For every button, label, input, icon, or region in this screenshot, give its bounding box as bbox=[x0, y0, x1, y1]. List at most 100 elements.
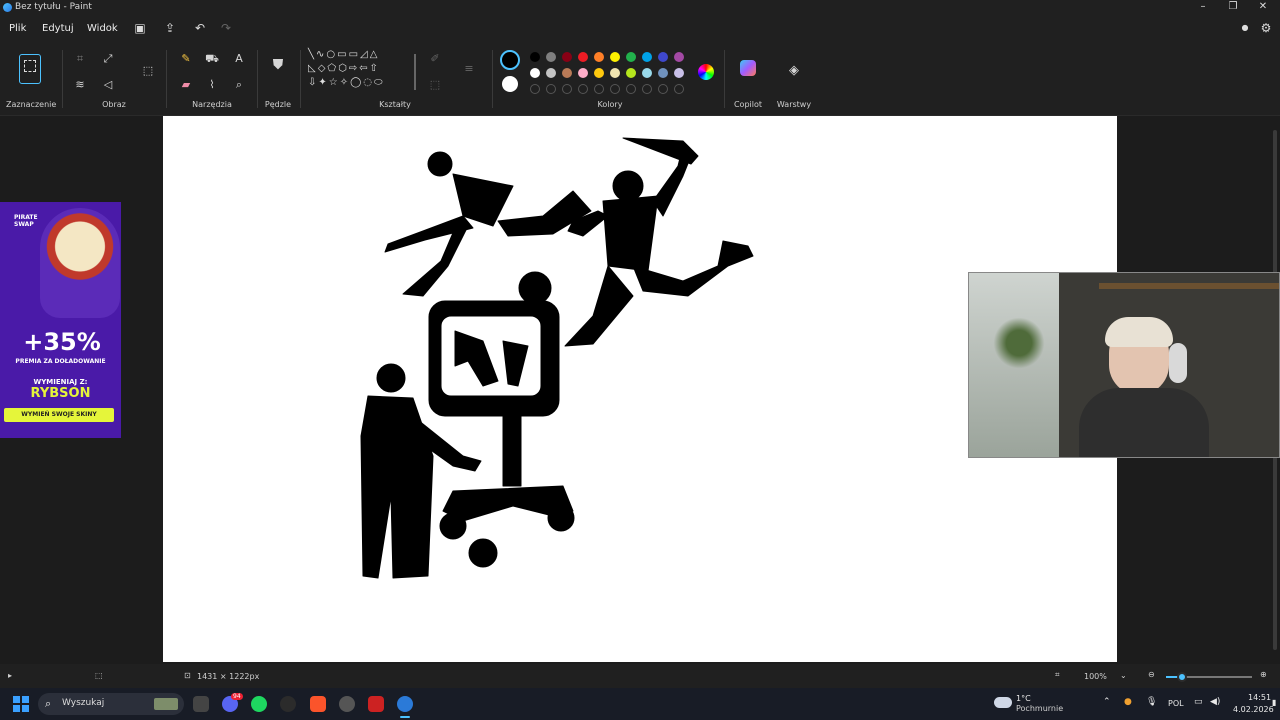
color-swatch[interactable] bbox=[674, 52, 684, 62]
shapes-scroll[interactable] bbox=[414, 54, 416, 90]
group-label-copilot: Copilot bbox=[733, 100, 763, 109]
color-swatch[interactable] bbox=[530, 84, 540, 94]
save-icon[interactable]: ▣ bbox=[133, 21, 147, 35]
color-swatch[interactable] bbox=[626, 52, 636, 62]
image-background-icon[interactable]: ≋ bbox=[73, 78, 87, 92]
zoom-out-icon[interactable]: ⊖ bbox=[1148, 670, 1155, 679]
pencil-icon[interactable]: ✎ bbox=[179, 52, 193, 66]
color-swatch[interactable] bbox=[562, 68, 572, 78]
taskbar-search[interactable]: ⌕ Wyszukaj bbox=[38, 693, 184, 715]
color-swatch[interactable] bbox=[578, 84, 588, 94]
crop-icon[interactable]: ⌗ bbox=[73, 52, 87, 66]
color-swatch[interactable] bbox=[578, 52, 588, 62]
color-swatch[interactable] bbox=[626, 84, 636, 94]
ribbon-separator bbox=[300, 50, 301, 108]
menu-file[interactable]: Plik bbox=[9, 23, 26, 34]
notification-icon[interactable]: ▮ bbox=[1272, 698, 1276, 707]
color-swatch[interactable] bbox=[530, 52, 540, 62]
ad-cta-button[interactable]: WYMIEŃ SWOJE SKINY bbox=[4, 408, 114, 422]
outline-icon[interactable]: ✐ bbox=[428, 52, 442, 66]
sponsor-ad[interactable]: PIRATE SWAP +35% PREMIA ZA DOŁADOWANIE W… bbox=[0, 202, 121, 438]
obs-icon[interactable] bbox=[339, 696, 355, 712]
chevron-up-icon[interactable]: ⌃ bbox=[1103, 697, 1111, 707]
eraser-icon[interactable]: ▰ bbox=[179, 78, 193, 92]
color-swatch[interactable] bbox=[642, 52, 652, 62]
restore-icon[interactable]: ❐ bbox=[1218, 0, 1248, 14]
fit-screen-icon[interactable]: ⌗ bbox=[1055, 670, 1060, 680]
zoom-slider[interactable] bbox=[1166, 672, 1252, 682]
color-swatch[interactable] bbox=[626, 68, 636, 78]
redo-icon[interactable]: ↷ bbox=[219, 21, 233, 35]
clock-time[interactable]: 14:51 bbox=[1248, 693, 1271, 702]
color-swatch[interactable] bbox=[610, 68, 620, 78]
primary-color[interactable] bbox=[500, 50, 520, 70]
windows-start-icon[interactable] bbox=[13, 696, 29, 712]
app-icon[interactable] bbox=[368, 696, 384, 712]
close-icon[interactable]: ✕ bbox=[1248, 0, 1278, 14]
brush-icon[interactable]: ⛊ bbox=[271, 58, 285, 72]
color-swatch[interactable] bbox=[674, 84, 684, 94]
app-icon[interactable] bbox=[193, 696, 209, 712]
color-swatch[interactable] bbox=[610, 84, 620, 94]
color-swatch[interactable] bbox=[658, 52, 668, 62]
webcam-overlay bbox=[968, 272, 1280, 458]
undo-icon[interactable]: ↶ bbox=[193, 21, 207, 35]
tray-app-icon[interactable]: ● bbox=[1124, 697, 1132, 707]
cloud-icon bbox=[994, 697, 1012, 708]
edit-colors-icon[interactable] bbox=[698, 64, 714, 80]
minimize-icon[interactable]: – bbox=[1188, 0, 1218, 14]
weather-temp[interactable]: 1°C bbox=[1016, 694, 1031, 703]
fill-icon[interactable]: ⛟ bbox=[205, 52, 219, 66]
group-label-brushes: Pędzle bbox=[264, 100, 292, 109]
language-indicator[interactable]: POL bbox=[1168, 699, 1184, 708]
color-picker-icon[interactable]: ⌇ bbox=[205, 78, 219, 92]
layers-icon[interactable]: ◈ bbox=[787, 64, 801, 78]
color-swatch[interactable] bbox=[562, 84, 572, 94]
zoom-dropdown-icon[interactable]: ⌄ bbox=[1120, 671, 1127, 680]
menu-edit[interactable]: Edytuj bbox=[42, 23, 74, 34]
zoom-level[interactable]: 100% bbox=[1084, 672, 1107, 681]
clock-date[interactable]: 4.02.2026 bbox=[1233, 705, 1274, 714]
color-swatch[interactable] bbox=[562, 52, 572, 62]
volume-icon[interactable]: ◀) bbox=[1210, 697, 1220, 707]
microphone-icon[interactable]: 🎙 bbox=[1146, 697, 1157, 707]
paint-taskbar-icon[interactable] bbox=[397, 696, 413, 712]
line-size-icon[interactable]: ≡ bbox=[462, 62, 476, 76]
settings-icon[interactable]: ⚙ bbox=[1259, 21, 1273, 35]
ad-subtitle: PREMIA ZA DOŁADOWANIE bbox=[15, 358, 106, 365]
brave-icon[interactable] bbox=[310, 696, 326, 712]
color-swatch[interactable] bbox=[578, 68, 588, 78]
menu-view[interactable]: Widok bbox=[87, 23, 118, 34]
color-swatch[interactable] bbox=[642, 68, 652, 78]
magnifier-icon[interactable]: ⌕ bbox=[232, 78, 246, 92]
color-swatch[interactable] bbox=[546, 84, 556, 94]
secondary-color[interactable] bbox=[502, 76, 518, 92]
rotate-icon[interactable]: ◁ bbox=[101, 78, 115, 92]
color-swatch[interactable] bbox=[594, 68, 604, 78]
zoom-in-icon[interactable]: ⊕ bbox=[1260, 670, 1267, 679]
shape-fill-icon[interactable]: ⬚ bbox=[428, 78, 442, 92]
color-swatch[interactable] bbox=[642, 84, 652, 94]
color-swatch[interactable] bbox=[658, 84, 668, 94]
selection-button[interactable] bbox=[19, 54, 41, 84]
color-swatch[interactable] bbox=[610, 52, 620, 62]
share-icon[interactable]: ⇪ bbox=[163, 21, 177, 35]
image-select-icon[interactable]: ⬚ bbox=[141, 64, 155, 78]
color-swatch[interactable] bbox=[674, 68, 684, 78]
spotify-icon[interactable] bbox=[251, 696, 267, 712]
account-icon[interactable]: ● bbox=[1238, 21, 1252, 35]
color-swatch[interactable] bbox=[594, 84, 604, 94]
color-swatch[interactable] bbox=[546, 68, 556, 78]
weather-desc[interactable]: Pochmurnie bbox=[1016, 704, 1063, 713]
color-swatch[interactable] bbox=[594, 52, 604, 62]
copilot-icon[interactable] bbox=[740, 60, 756, 76]
shapes-gallery[interactable]: ╲∿○▭▭◿△ ◺◇⬠⬡⇨⇦⇧ ⇩✦☆✧◯◌⬭ bbox=[308, 48, 412, 96]
network-icon[interactable]: ▭ bbox=[1194, 697, 1203, 707]
color-swatch[interactable] bbox=[658, 68, 668, 78]
zoom-slider-thumb[interactable] bbox=[1177, 672, 1187, 682]
g-hub-icon[interactable] bbox=[280, 696, 296, 712]
text-icon[interactable]: A bbox=[232, 52, 246, 66]
color-swatch[interactable] bbox=[530, 68, 540, 78]
color-swatch[interactable] bbox=[546, 52, 556, 62]
resize-icon[interactable]: ⤢ bbox=[101, 52, 115, 66]
